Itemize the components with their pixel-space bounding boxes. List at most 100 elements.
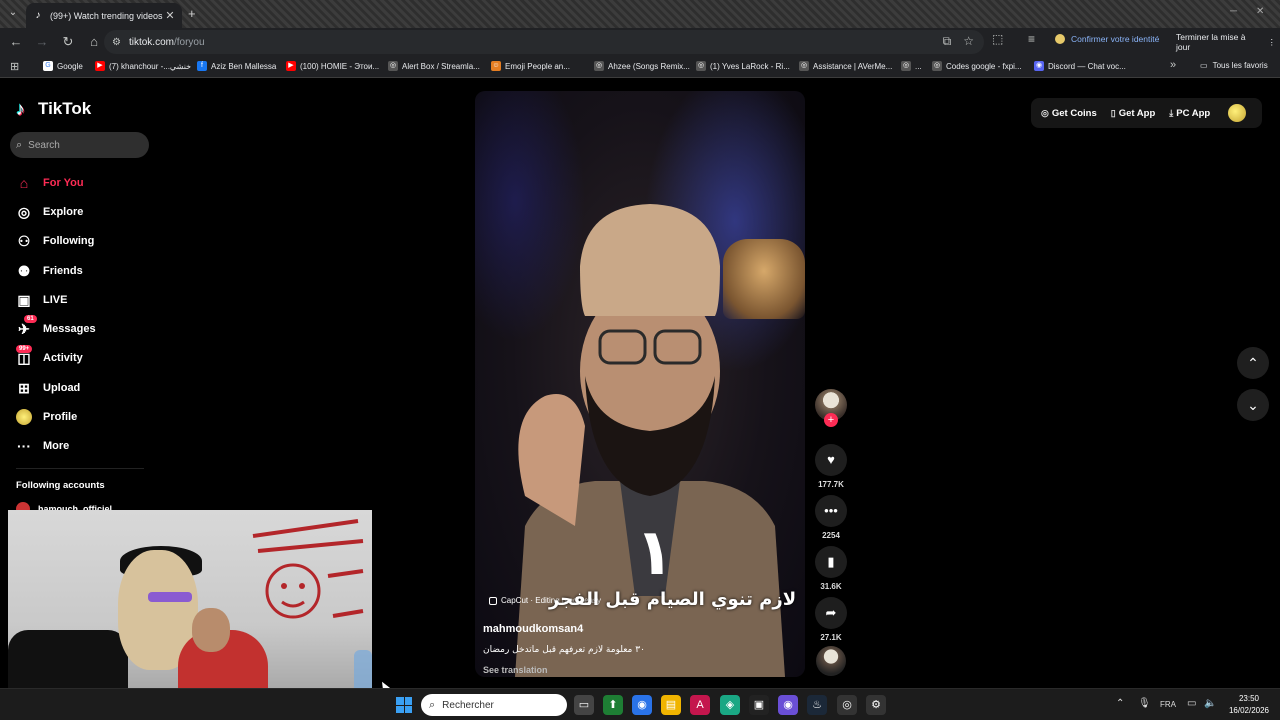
tab-search-icon[interactable]: ⌄ (6, 7, 20, 21)
music-disc-icon[interactable] (816, 646, 846, 676)
install-app-icon[interactable]: ⧉ (943, 34, 952, 49)
share-button[interactable]: ➦ (815, 597, 847, 629)
reload-icon[interactable]: ↻ (56, 30, 80, 54)
discord-icon[interactable]: ◉ (778, 695, 798, 715)
like-button[interactable]: ♥ (815, 444, 847, 476)
bookmark-item[interactable]: ◎ Assistance | AVerMe... (799, 61, 892, 71)
all-bookmarks-button[interactable]: ▭ Tous les favoris (1200, 61, 1268, 70)
video-player[interactable]: ١ CapCut · Editing made easy لازم تنوي ا… (475, 91, 805, 677)
more-icon: ··· (17, 438, 31, 455)
google-icon: G (43, 61, 53, 71)
search-input[interactable] (28, 139, 139, 151)
back-icon[interactable]: ← (4, 30, 28, 54)
bookmark-item[interactable]: ◉ Discord — Chat voc... (1034, 61, 1126, 71)
follow-plus-icon[interactable]: + (824, 413, 838, 427)
task-view-icon[interactable]: ▭ (574, 695, 594, 715)
bookmark-item[interactable]: ▶ (100) HOMIE - Этои... (286, 61, 379, 71)
update-label: Terminer la mise à jour (1176, 32, 1246, 52)
close-window-icon[interactable]: ✕ (1256, 6, 1264, 17)
bookmarks-bar: ⊞ G Google ▶ (7) khanchour -...خنشي f Aziz … (0, 56, 1280, 78)
taskbar-search[interactable]: ⌕ (421, 694, 567, 716)
get-coins-button[interactable]: ◎ Get Coins (1041, 108, 1097, 119)
identity-prompt[interactable]: Confirmer votre identité (1055, 34, 1159, 44)
sidebar-item-more[interactable]: ··· More (0, 432, 160, 461)
kebab-menu-icon[interactable]: ⋮ (1268, 37, 1277, 48)
bookmark-item[interactable]: G Google (43, 61, 83, 71)
chrome-icon[interactable]: ◉ (632, 695, 652, 715)
bookmark-star-icon[interactable]: ☆ (963, 34, 974, 49)
file-explorer-icon[interactable]: ▤ (661, 695, 681, 715)
bookmark-item[interactable]: f Aziz Ben Mallessa (197, 61, 276, 71)
bookmark-item[interactable]: ◎ (1) Yves LaRock - Ri... (696, 61, 790, 71)
streamer-head (192, 608, 230, 652)
bookmark-item[interactable]: ◎... (901, 61, 922, 71)
sidebar-item-activity[interactable]: ◫ 99+ Activity (0, 344, 160, 373)
user-avatar[interactable] (1228, 104, 1247, 122)
sidebar-item-following[interactable]: ⚇ Following (0, 227, 160, 256)
home-icon[interactable]: ⌂ (82, 30, 106, 54)
pc-app-button[interactable]: ⤓ PC App (1169, 108, 1210, 119)
windows-start-icon[interactable] (396, 697, 412, 713)
bookmark-item[interactable]: ◎ Ahzee (Songs Remix... (594, 61, 690, 71)
steam-icon[interactable]: ♨ (807, 695, 827, 715)
like-count: 177.7K (818, 480, 844, 489)
following-accounts-title: Following accounts (16, 480, 105, 491)
activity-icon: ◫ (17, 350, 31, 367)
comment-button[interactable]: ••• (815, 495, 847, 527)
bookmark-item[interactable]: ☺ Emoji People an... (491, 61, 570, 71)
sidebar-item-profile[interactable]: Profile (0, 402, 160, 431)
video-author[interactable]: mahmoudkomsan4 (483, 623, 583, 635)
sidebar-item-explore[interactable]: ◎ Explore (0, 197, 160, 226)
save-button[interactable]: ▮ (815, 546, 847, 578)
settings-gear-icon[interactable]: ⚙ (866, 695, 886, 715)
facebook-icon: f (197, 61, 207, 71)
bookmark-item[interactable]: ◎ Alert Box / Streamla... (388, 61, 480, 71)
forward-icon[interactable]: → (30, 30, 54, 54)
creator-avatar[interactable]: + (815, 389, 847, 427)
globe-icon: ◎ (901, 61, 911, 71)
next-video-button[interactable]: ⌄ (1237, 389, 1269, 421)
bookmark-item[interactable]: ◎ Codes google - fxpi... (932, 61, 1022, 71)
site-info-icon[interactable]: ⚙ (112, 37, 121, 48)
sidebar-item-friends[interactable]: ⚉ Friends (0, 256, 160, 285)
volume-icon[interactable]: 🔈 (1204, 698, 1216, 709)
extensions-icon[interactable]: ⬚ (992, 32, 1003, 46)
see-translation-link[interactable]: See translation (483, 665, 548, 675)
sidebar-item-for-you[interactable]: ⌂ For You (0, 168, 160, 197)
new-tab-button[interactable]: + (188, 6, 196, 21)
robinhood-icon[interactable]: ⬆ (603, 695, 623, 715)
taskbar-search-input[interactable] (442, 699, 553, 711)
video-actions: + ♥ 177.7K ••• 2254 ▮ 31.6K ➦ 27.1K (815, 389, 847, 676)
game-launcher-icon[interactable]: ◈ (720, 695, 740, 715)
chevron-down-icon: ⌄ (1247, 397, 1259, 413)
close-tab-icon[interactable]: ✕ (164, 9, 176, 22)
browser-tab[interactable]: ♪ (99+) Watch trending videos fo ✕ (26, 3, 182, 28)
minimize-icon[interactable]: ─ (1230, 6, 1237, 17)
tray-chevron-icon[interactable]: ⌃ (1116, 698, 1124, 709)
adobe-icon[interactable]: A (690, 695, 710, 715)
apps-grid-icon[interactable]: ⊞ (10, 60, 19, 73)
address-bar[interactable]: ⚙ tiktok.com /foryou ⧉ ☆ (104, 30, 984, 54)
globe-icon: ◎ (799, 61, 809, 71)
update-button[interactable]: Terminer la mise à jour ⋮ (1172, 32, 1280, 52)
more-bookmarks-icon[interactable]: » (1170, 59, 1176, 71)
microphone-icon[interactable]: 🎙 (1138, 698, 1151, 709)
search-box[interactable]: ⌕ (10, 132, 149, 158)
language-indicator[interactable]: FRA (1160, 700, 1176, 709)
globe-icon: ◎ (388, 61, 398, 71)
tiktok-logo[interactable]: ♪ TikTok (16, 99, 91, 119)
previous-video-button[interactable]: ⌃ (1237, 347, 1269, 379)
taskbar-clock[interactable]: 23:50 16/02/2026 (1224, 693, 1274, 717)
obs-icon[interactable]: ◎ (837, 695, 857, 715)
sidebar-item-upload[interactable]: ⊞ Upload (0, 373, 160, 402)
clock-date: 16/02/2026 (1228, 706, 1270, 715)
sidebar-item-messages[interactable]: ✈ 61 Messages (0, 314, 160, 343)
sidebar-item-live[interactable]: ▣ LIVE (0, 285, 160, 314)
heart-icon: ♥ (827, 452, 835, 467)
bookmark-item[interactable]: ▶ (7) khanchour -...خنشي (95, 61, 191, 71)
search-icon: ⌕ (16, 138, 23, 151)
media-control-icon[interactable]: ≡ (1028, 32, 1035, 46)
network-icon[interactable]: ▭ (1187, 698, 1196, 709)
steam-deck-icon[interactable]: ▣ (749, 695, 769, 715)
get-app-button[interactable]: ▯ Get App (1111, 108, 1156, 119)
